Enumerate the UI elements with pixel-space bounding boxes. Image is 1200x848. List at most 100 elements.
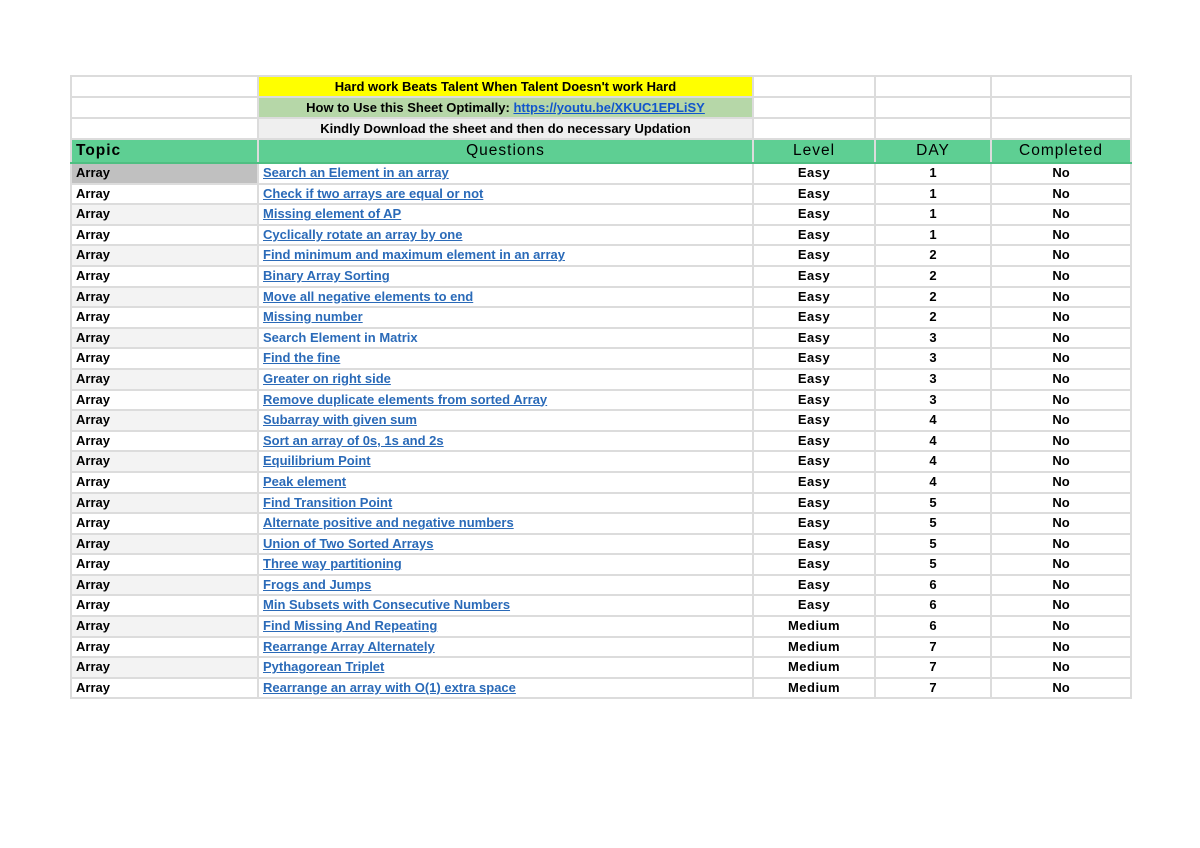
howto-video-link[interactable]: https://youtu.be/XKUC1EPLiSY (513, 100, 704, 115)
empty-cell[interactable] (874, 96, 992, 119)
topic-cell[interactable]: Array (70, 470, 259, 494)
day-cell[interactable]: 4 (874, 470, 992, 494)
topic-cell[interactable]: Array (70, 656, 259, 679)
question-cell[interactable]: Union of Two Sorted Arrays (257, 532, 754, 556)
empty-cell[interactable] (990, 117, 1132, 140)
topic-cell[interactable]: Array (70, 429, 259, 453)
question-cell[interactable]: Search an Element in an array (257, 162, 754, 185)
completed-cell[interactable]: No (990, 264, 1132, 288)
completed-cell[interactable]: No (990, 635, 1132, 659)
instruction-cell[interactable]: Kindly Download the sheet and then do ne… (257, 117, 754, 140)
question-link[interactable]: Union of Two Sorted Arrays (263, 536, 433, 551)
question-link[interactable]: Remove duplicate elements from sorted Ar… (263, 392, 547, 407)
topic-cell[interactable]: Array (70, 347, 259, 370)
day-cell[interactable]: 7 (874, 635, 992, 659)
topic-cell[interactable]: Array (70, 409, 259, 432)
level-cell[interactable]: Easy (752, 326, 876, 350)
level-cell[interactable]: Easy (752, 264, 876, 288)
question-cell[interactable]: Rearrange an array with O(1) extra space (257, 676, 754, 700)
day-cell[interactable]: 2 (874, 285, 992, 309)
day-cell[interactable]: 2 (874, 244, 992, 267)
day-cell[interactable]: 1 (874, 203, 992, 226)
level-cell[interactable]: Easy (752, 594, 876, 618)
empty-cell[interactable] (990, 75, 1132, 98)
question-link[interactable]: Sort an array of 0s, 1s and 2s (263, 433, 444, 448)
completed-cell[interactable]: No (990, 409, 1132, 432)
topic-cell[interactable]: Array (70, 244, 259, 267)
question-cell[interactable]: Pythagorean Triplet (257, 656, 754, 679)
completed-cell[interactable]: No (990, 162, 1132, 185)
completed-cell[interactable]: No (990, 656, 1132, 679)
completed-cell[interactable]: No (990, 450, 1132, 473)
completed-cell[interactable]: No (990, 553, 1132, 576)
completed-cell[interactable]: No (990, 615, 1132, 638)
question-cell[interactable]: Binary Array Sorting (257, 264, 754, 288)
empty-cell[interactable] (874, 117, 992, 140)
completed-cell[interactable]: No (990, 491, 1132, 515)
topic-cell[interactable]: Array (70, 264, 259, 288)
empty-cell[interactable] (70, 117, 259, 140)
question-link[interactable]: Search an Element in an array (263, 165, 449, 180)
topic-cell[interactable]: Array (70, 553, 259, 576)
level-cell[interactable]: Medium (752, 676, 876, 700)
column-header-questions[interactable]: Questions (257, 138, 754, 164)
day-cell[interactable]: 2 (874, 264, 992, 288)
day-cell[interactable]: 6 (874, 573, 992, 597)
level-cell[interactable]: Medium (752, 615, 876, 638)
question-link[interactable]: Three way partitioning (263, 556, 402, 571)
completed-cell[interactable]: No (990, 573, 1132, 597)
empty-cell[interactable] (990, 96, 1132, 119)
day-cell[interactable]: 1 (874, 182, 992, 206)
column-header-topic[interactable]: Topic (70, 138, 259, 164)
column-header-completed[interactable]: Completed (990, 138, 1132, 164)
empty-cell[interactable] (874, 75, 992, 98)
question-cell[interactable]: Missing element of AP (257, 203, 754, 226)
topic-cell[interactable]: Array (70, 512, 259, 535)
day-cell[interactable]: 1 (874, 162, 992, 185)
completed-cell[interactable]: No (990, 223, 1132, 247)
empty-cell[interactable] (70, 96, 259, 119)
level-cell[interactable]: Easy (752, 573, 876, 597)
day-cell[interactable]: 4 (874, 409, 992, 432)
question-link[interactable]: Rearrange an array with O(1) extra space (263, 680, 516, 695)
question-link[interactable]: Pythagorean Triplet (263, 659, 384, 674)
level-cell[interactable]: Easy (752, 347, 876, 370)
question-link[interactable]: Rearrange Array Alternately (263, 639, 435, 654)
level-cell[interactable]: Easy (752, 182, 876, 206)
day-cell[interactable]: 5 (874, 491, 992, 515)
topic-cell[interactable]: Array (70, 285, 259, 309)
day-cell[interactable]: 7 (874, 656, 992, 679)
question-cell[interactable]: Alternate positive and negative numbers (257, 512, 754, 535)
completed-cell[interactable]: No (990, 203, 1132, 226)
day-cell[interactable]: 3 (874, 388, 992, 412)
completed-cell[interactable]: No (990, 594, 1132, 618)
day-cell[interactable]: 1 (874, 223, 992, 247)
topic-cell[interactable]: Array (70, 388, 259, 412)
topic-cell[interactable]: Array (70, 676, 259, 700)
level-cell[interactable]: Easy (752, 491, 876, 515)
question-cell[interactable]: Frogs and Jumps (257, 573, 754, 597)
completed-cell[interactable]: No (990, 512, 1132, 535)
empty-cell[interactable] (752, 117, 876, 140)
day-cell[interactable]: 3 (874, 347, 992, 370)
level-cell[interactable]: Easy (752, 470, 876, 494)
topic-cell[interactable]: Array (70, 326, 259, 350)
column-header-day[interactable]: DAY (874, 138, 992, 164)
question-cell[interactable]: Remove duplicate elements from sorted Ar… (257, 388, 754, 412)
empty-cell[interactable] (70, 75, 259, 98)
completed-cell[interactable]: No (990, 326, 1132, 350)
question-cell[interactable]: Greater on right side (257, 367, 754, 391)
question-link[interactable]: Find minimum and maximum element in an a… (263, 247, 565, 262)
topic-cell[interactable]: Array (70, 635, 259, 659)
question-link[interactable]: Find the fine (263, 350, 340, 365)
level-cell[interactable]: Easy (752, 285, 876, 309)
question-link[interactable]: Missing number (263, 309, 363, 324)
completed-cell[interactable]: No (990, 388, 1132, 412)
question-link[interactable]: Equilibrium Point (263, 453, 371, 468)
question-link[interactable]: Alternate positive and negative numbers (263, 515, 514, 530)
topic-cell[interactable]: Array (70, 306, 259, 329)
topic-cell[interactable]: Array (70, 203, 259, 226)
completed-cell[interactable]: No (990, 306, 1132, 329)
level-cell[interactable]: Easy (752, 512, 876, 535)
topic-cell[interactable]: Array (70, 491, 259, 515)
